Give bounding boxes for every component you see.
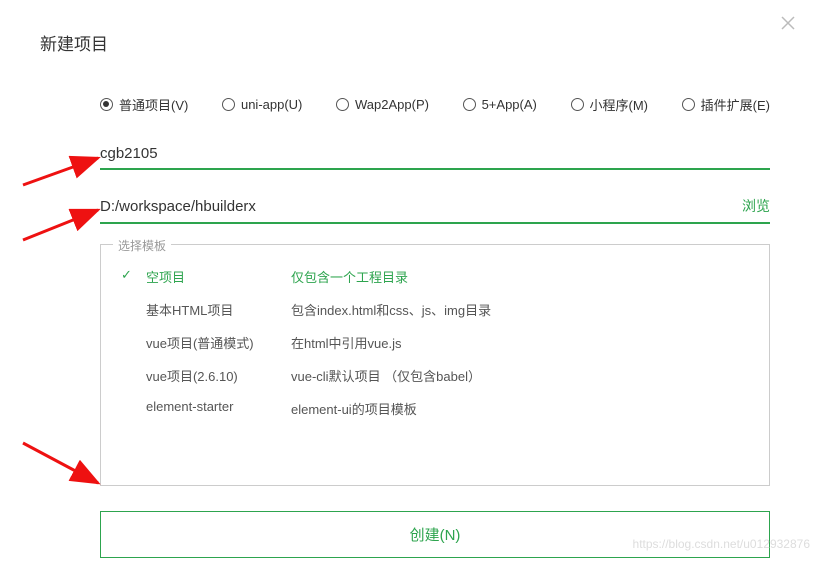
- radio-label: 普通项目(V): [119, 95, 188, 114]
- template-name: element-starter: [146, 399, 291, 418]
- template-name: 空项目: [146, 267, 291, 286]
- radio-plugin-ext[interactable]: 插件扩展(E): [682, 95, 770, 114]
- radio-label: uni-app(U): [241, 97, 302, 112]
- project-location-field-row: 浏览: [100, 190, 770, 224]
- radio-icon: [571, 98, 584, 111]
- template-item-element-starter[interactable]: element-starter element-ui的项目模板: [121, 392, 749, 425]
- radio-label: 小程序(M): [590, 95, 649, 114]
- radio-icon: [336, 98, 349, 111]
- radio-normal-project[interactable]: 普通项目(V): [100, 95, 188, 114]
- radio-icon: [100, 98, 113, 111]
- template-name: vue项目(普通模式): [146, 333, 291, 352]
- template-desc: 仅包含一个工程目录: [291, 267, 749, 286]
- template-item-empty[interactable]: ✓ 空项目 仅包含一个工程目录: [121, 260, 749, 293]
- template-desc: vue-cli默认项目 （仅包含babel）: [291, 366, 749, 385]
- template-selector: 选择模板 ✓ 空项目 仅包含一个工程目录 基本HTML项目 包含index.ht…: [100, 244, 770, 486]
- template-item-basic-html[interactable]: 基本HTML项目 包含index.html和css、js、img目录: [121, 293, 749, 326]
- project-location-input[interactable]: [100, 198, 732, 215]
- template-item-vue-normal[interactable]: vue项目(普通模式) 在html中引用vue.js: [121, 326, 749, 359]
- radio-label: Wap2App(P): [355, 97, 429, 112]
- radio-wap2app[interactable]: Wap2App(P): [336, 95, 429, 114]
- radio-icon: [222, 98, 235, 111]
- radio-miniprogram[interactable]: 小程序(M): [571, 95, 649, 114]
- check-icon: ✓: [121, 267, 146, 286]
- template-desc: element-ui的项目模板: [291, 399, 749, 418]
- radio-icon: [463, 98, 476, 111]
- template-legend: 选择模板: [113, 237, 171, 254]
- radio-5plus-app[interactable]: 5+App(A): [463, 95, 537, 114]
- template-desc: 在html中引用vue.js: [291, 333, 749, 352]
- watermark: https://blog.csdn.net/u012932876: [633, 537, 810, 551]
- template-name: vue项目(2.6.10): [146, 366, 291, 385]
- close-icon[interactable]: [780, 15, 800, 35]
- project-name-input[interactable]: [100, 145, 770, 162]
- radio-icon: [682, 98, 695, 111]
- dialog-title: 新建项目: [40, 30, 780, 55]
- template-item-vue-2610[interactable]: vue项目(2.6.10) vue-cli默认项目 （仅包含babel）: [121, 359, 749, 392]
- template-desc: 包含index.html和css、js、img目录: [291, 300, 749, 319]
- project-type-radio-group: 普通项目(V) uni-app(U) Wap2App(P) 5+App(A) 小…: [100, 95, 770, 114]
- radio-uni-app[interactable]: uni-app(U): [222, 95, 302, 114]
- project-name-field-row: [100, 139, 770, 170]
- radio-label: 插件扩展(E): [701, 95, 770, 114]
- browse-button[interactable]: 浏览: [742, 196, 770, 216]
- radio-label: 5+App(A): [482, 97, 537, 112]
- template-name: 基本HTML项目: [146, 300, 291, 319]
